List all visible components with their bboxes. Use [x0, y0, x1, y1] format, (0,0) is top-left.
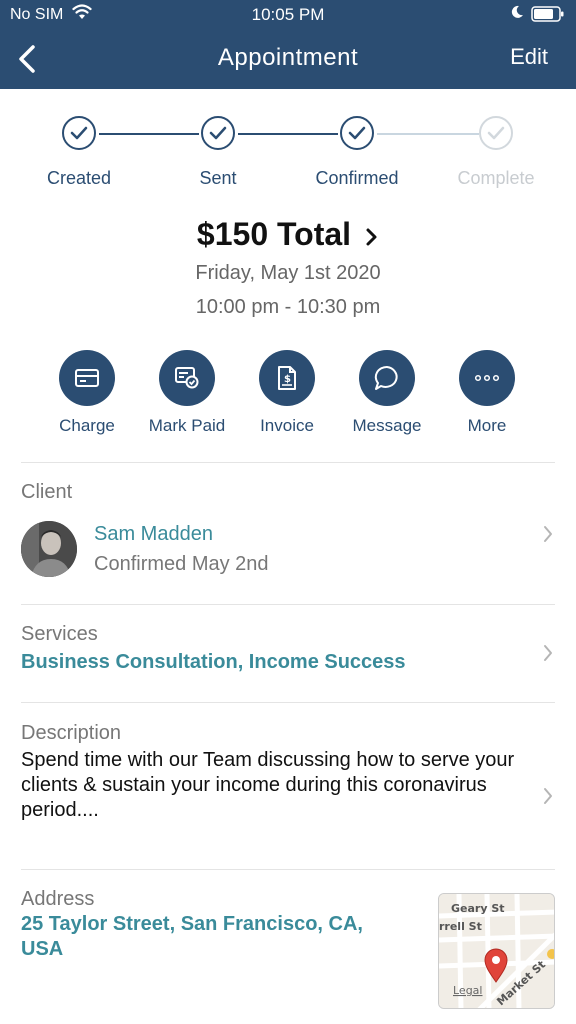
address-section-label: Address	[21, 888, 95, 910]
edit-button[interactable]: Edit	[510, 44, 548, 70]
action-label: Mark Paid	[148, 416, 226, 435]
chevron-right-icon[interactable]	[542, 786, 554, 806]
status-bar: No SIM 10:05 PM	[0, 0, 576, 30]
action-label: Charge	[59, 416, 115, 435]
invoice-icon: $	[278, 366, 296, 390]
divider	[21, 462, 555, 463]
address-line-2[interactable]: USA	[21, 938, 63, 961]
divider	[21, 869, 555, 870]
client-name[interactable]: Sam Madden	[94, 523, 213, 546]
step-complete: Complete	[426, 112, 566, 189]
card-icon	[75, 369, 99, 387]
map-thumbnail[interactable]: Geary St rrell St Market St Legal	[438, 893, 555, 1009]
check-icon	[62, 116, 96, 150]
description-text: Spend time with our Team discussing how …	[21, 749, 515, 821]
description-section-label: Description	[21, 722, 122, 744]
appointment-time: 10:00 pm - 10:30 pm	[195, 296, 381, 318]
svg-text:$: $	[284, 374, 291, 385]
address-line-1[interactable]: 25 Taylor Street, San Francisco, CA,	[21, 913, 363, 936]
step-sent: Sent	[148, 112, 288, 189]
step-label: Complete	[457, 168, 535, 188]
battery-icon	[531, 6, 564, 22]
chat-bubble-icon	[374, 365, 398, 390]
page-title: Appointment	[217, 44, 359, 71]
chevron-right-icon[interactable]	[542, 643, 554, 663]
status-clock: 10:05 PM	[251, 5, 325, 24]
app-header: No SIM 10:05 PM Appointment Edit	[0, 0, 576, 89]
check-icon	[201, 116, 235, 150]
more-button[interactable]: More	[437, 350, 537, 436]
avatar	[21, 521, 77, 577]
map-street-label: Geary St	[451, 902, 505, 915]
action-bar: Charge Mark Paid $ Invoice Message More	[0, 350, 576, 440]
client-status: Confirmed May 2nd	[94, 553, 269, 575]
services-section-label: Services	[21, 623, 98, 645]
mark-paid-button[interactable]: Mark Paid	[137, 350, 237, 436]
step-label: Sent	[199, 168, 237, 188]
chevron-right-icon[interactable]	[542, 524, 554, 544]
total-amount: $150 Total	[196, 216, 352, 252]
step-confirmed: Confirmed	[287, 112, 427, 189]
step-label: Created	[46, 168, 112, 188]
action-label: More	[467, 416, 507, 435]
invoice-button[interactable]: $ Invoice	[237, 350, 337, 436]
appointment-date: Friday, May 1st 2020	[195, 262, 381, 284]
check-icon	[479, 116, 513, 150]
more-dots-icon	[474, 374, 500, 382]
map-street-label: rrell St	[439, 920, 482, 933]
step-created: Created	[9, 112, 149, 189]
moon-icon	[511, 5, 523, 18]
divider	[21, 604, 555, 605]
map-legal-link[interactable]: Legal	[453, 984, 482, 997]
message-button[interactable]: Message	[337, 350, 437, 436]
action-label: Message	[352, 416, 422, 435]
check-icon	[340, 116, 374, 150]
chevron-right-icon	[366, 228, 377, 246]
charge-button[interactable]: Charge	[37, 350, 137, 436]
total-amount-link[interactable]: $150 Total	[0, 216, 576, 253]
receipt-check-icon	[175, 367, 199, 389]
step-label: Confirmed	[315, 168, 399, 188]
status-stepper: Created Sent Confirmed Complete	[0, 112, 576, 202]
client-section-label: Client	[21, 481, 73, 503]
services-value[interactable]: Business Consultation, Income Success	[21, 651, 406, 674]
action-label: Invoice	[260, 416, 314, 435]
nav-bar: Appointment Edit	[0, 36, 576, 82]
divider	[21, 702, 555, 703]
